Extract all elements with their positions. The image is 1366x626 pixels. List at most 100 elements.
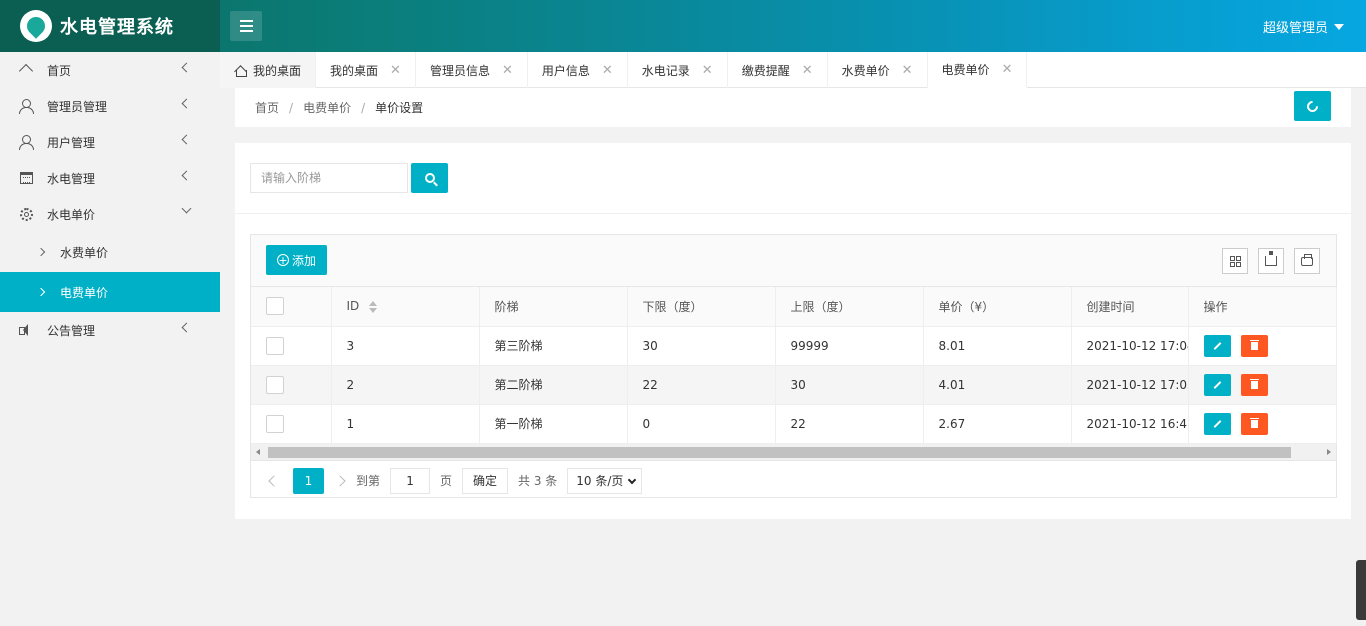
sidebar-item-home[interactable]: 首页: [0, 52, 220, 88]
print-button[interactable]: [1294, 248, 1320, 274]
tab-user-info[interactable]: 用户信息 ✕: [528, 52, 628, 88]
close-icon[interactable]: ✕: [702, 63, 713, 78]
user-name: 超级管理员: [1262, 21, 1328, 36]
table-header-row: ID 阶梯 下限（度） 上限（度） 单价（¥） 创建时间 操作: [251, 287, 1337, 327]
chevron-right-icon: [36, 247, 46, 257]
pagination: 1 到第 页 确定 共 3 条 10 条/页: [251, 461, 1336, 501]
app-title: 水电管理系统: [60, 17, 174, 38]
tab-label: 我的桌面: [330, 63, 379, 78]
row-checkbox[interactable]: [266, 336, 284, 355]
delete-button[interactable]: [1240, 373, 1268, 396]
cell-tier: 第一阶梯: [479, 404, 628, 444]
select-all-checkbox[interactable]: [266, 297, 284, 316]
gear-icon: [18, 206, 34, 222]
scrollbar-thumb[interactable]: [268, 446, 1291, 458]
edit-button[interactable]: [1203, 412, 1231, 435]
sidebar-item-users[interactable]: 用户管理: [0, 124, 220, 160]
tab-admin-info[interactable]: 管理员信息 ✕: [416, 52, 528, 88]
cell-actions: [1187, 365, 1337, 405]
select-all-cell: [251, 287, 332, 327]
search-input[interactable]: [250, 163, 408, 193]
table-row: 3 第三阶梯 30 99999 8.01 2021-10-12 17:04:4: [251, 326, 1337, 366]
divider: [235, 213, 1351, 214]
chevron-down-icon: [181, 203, 192, 214]
row-select-cell: [251, 404, 332, 444]
cell-price: 8.01: [923, 326, 1072, 366]
page-number-input[interactable]: [390, 467, 431, 494]
tab-label: 电费单价: [941, 62, 990, 77]
cell-id: 2: [331, 365, 480, 405]
sidebar-subitem-electric-price[interactable]: 电费单价: [0, 272, 220, 312]
trash-icon: [1249, 417, 1259, 428]
delete-button[interactable]: [1240, 412, 1268, 435]
tab-electric-price[interactable]: 电费单价 ✕: [927, 52, 1028, 88]
edit-button[interactable]: [1203, 373, 1231, 396]
export-button[interactable]: [1258, 248, 1284, 274]
close-icon[interactable]: ✕: [502, 63, 513, 78]
sidebar-item-label: 公告管理: [47, 323, 96, 338]
tab-water-price[interactable]: 水费单价 ✕: [828, 52, 928, 88]
chevron-left-icon: [181, 322, 192, 333]
logo-area[interactable]: 水电管理系统: [0, 0, 220, 52]
prev-page-icon[interactable]: [268, 474, 280, 487]
tab-payment-reminder[interactable]: 缴费提醒 ✕: [728, 52, 828, 88]
user-menu[interactable]: 超级管理员: [1263, 17, 1344, 36]
sidebar: 首页 管理员管理 用户管理 水电管理 水电单价 水费单价 电费单价 公告管理: [0, 52, 220, 626]
menu-toggle-button[interactable]: [230, 11, 262, 41]
row-checkbox[interactable]: [266, 414, 284, 433]
close-icon[interactable]: ✕: [902, 63, 913, 78]
edge-widget[interactable]: [1356, 560, 1366, 620]
close-icon[interactable]: ✕: [802, 63, 813, 78]
export-icon: [1265, 251, 1277, 266]
delete-button[interactable]: [1240, 334, 1268, 357]
table-row: 1 第一阶梯 0 22 2.67 2021-10-12 16:41:3: [251, 404, 1337, 444]
edit-button[interactable]: [1203, 334, 1231, 357]
scroll-left-icon[interactable]: [256, 448, 260, 455]
breadcrumb-item[interactable]: 电费单价: [303, 99, 351, 116]
cell-tier: 第三阶梯: [479, 326, 628, 366]
tab-label: 管理员信息: [429, 63, 490, 78]
sidebar-subitem-water-price[interactable]: 水费单价: [0, 232, 220, 272]
pencil-icon: [1213, 419, 1221, 428]
water-drop-icon: [20, 10, 52, 42]
pencil-icon: [1213, 341, 1221, 350]
row-checkbox[interactable]: [266, 375, 284, 394]
next-page-icon[interactable]: [334, 474, 346, 487]
close-icon[interactable]: ✕: [1002, 62, 1013, 77]
tab-desktop[interactable]: 我的桌面 ✕: [316, 52, 416, 88]
page-size-select[interactable]: 10 条/页: [567, 467, 643, 494]
sidebar-item-notices[interactable]: 公告管理: [0, 312, 220, 348]
scroll-right-icon[interactable]: [1327, 448, 1331, 455]
column-filter-button[interactable]: [1222, 248, 1248, 274]
sidebar-item-unit-price[interactable]: 水电单价: [0, 196, 220, 232]
breadcrumb-item[interactable]: 首页: [255, 99, 279, 116]
tab-utility-records[interactable]: 水电记录 ✕: [628, 52, 728, 88]
cell-upper: 30: [775, 365, 924, 405]
hamburger-icon: [239, 20, 253, 22]
column-header-upper: 上限（度）: [775, 287, 924, 327]
column-header-price: 单价（¥）: [923, 287, 1072, 327]
page-unit-label: 页: [440, 474, 453, 488]
close-icon[interactable]: ✕: [390, 63, 401, 78]
table-row: 2 第二阶梯 22 30 4.01 2021-10-12 17:03:2: [251, 365, 1337, 405]
confirm-page-button[interactable]: 确定: [462, 467, 509, 494]
tab-label: 用户信息: [541, 63, 590, 78]
sort-icon[interactable]: [369, 300, 378, 313]
sidebar-item-utilities[interactable]: 水电管理: [0, 160, 220, 196]
sidebar-item-label: 水电单价: [47, 207, 96, 222]
search-button[interactable]: [411, 163, 448, 193]
sidebar-item-label: 水电管理: [47, 171, 96, 186]
sidebar-item-admin[interactable]: 管理员管理: [0, 88, 220, 124]
add-button[interactable]: + 添加: [266, 245, 327, 275]
current-page[interactable]: 1: [293, 467, 324, 494]
close-icon[interactable]: ✕: [602, 63, 613, 78]
tab-label: 水费单价: [841, 63, 890, 78]
horizontal-scrollbar[interactable]: [251, 443, 1336, 461]
cell-upper: 99999: [775, 326, 924, 366]
print-icon: [1301, 253, 1313, 266]
column-header-id[interactable]: ID: [331, 287, 480, 327]
grid-icon: [1229, 255, 1241, 267]
cell-lower: 30: [627, 326, 776, 366]
tab-desktop-home[interactable]: 我的桌面: [220, 52, 317, 88]
refresh-button[interactable]: [1294, 91, 1331, 121]
